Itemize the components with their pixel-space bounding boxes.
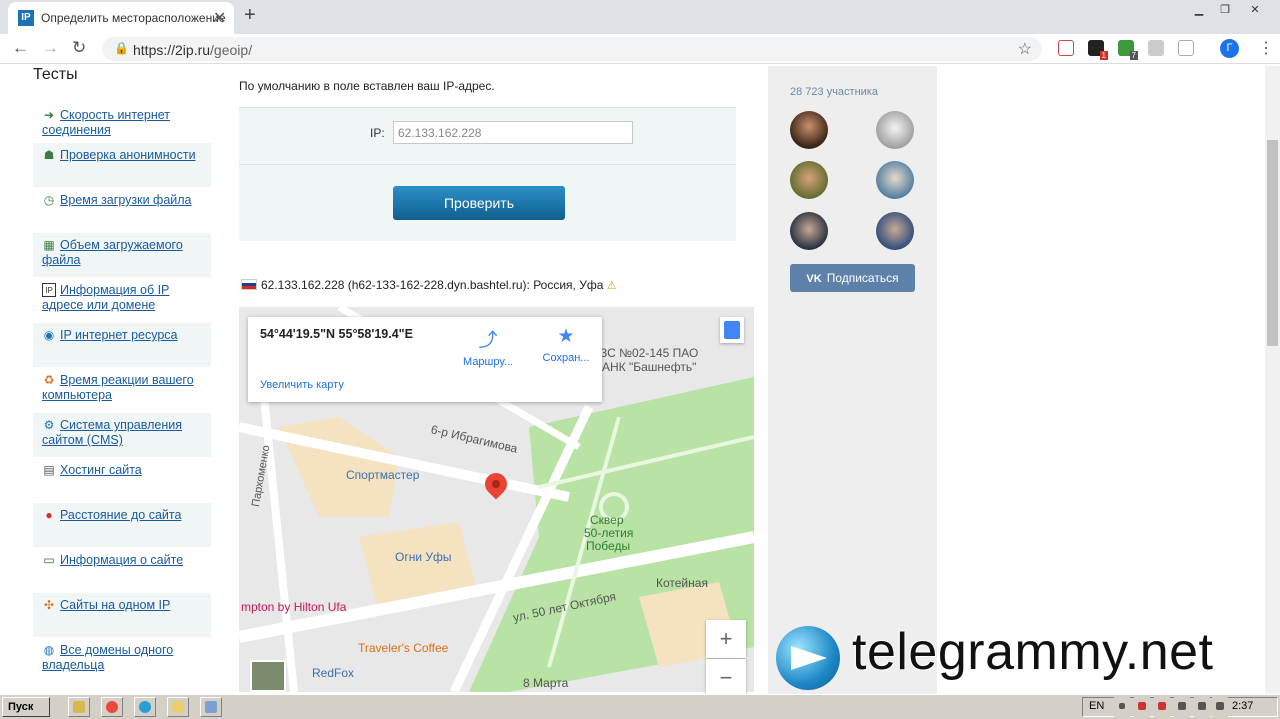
- member-avatar[interactable]: [876, 161, 914, 199]
- zoom-out-button[interactable]: −: [706, 659, 746, 697]
- telegram-taskbar-icon[interactable]: [134, 697, 156, 717]
- menu-dots-icon[interactable]: ⋮: [1258, 38, 1274, 58]
- enlarge-map-link[interactable]: Увеличить карту: [260, 379, 344, 391]
- warning-icon: ⚠: [606, 280, 617, 292]
- lock-icon: 🔒: [114, 41, 129, 55]
- sidebar-item-reaction[interactable]: ♻ Время реакции вашего компьютера: [33, 368, 211, 412]
- browser-tab[interactable]: IP Определить месторасположение ✕: [8, 2, 234, 34]
- star-icon: ★: [557, 326, 575, 347]
- zoom-in-button[interactable]: +: [706, 620, 746, 658]
- forward-icon[interactable]: →: [42, 38, 59, 58]
- map-label-sportmaster: Спортмастер: [346, 468, 420, 482]
- map-label-park-3: Победы: [586, 539, 631, 553]
- map-label-azs-2: АНК "Башнефть": [602, 360, 697, 374]
- sidebar-item-cms[interactable]: ⚙ Система управления сайтом (CMS): [33, 413, 211, 457]
- tray-network-icon[interactable]: [1134, 697, 1150, 717]
- russia-flag-icon: [241, 279, 257, 290]
- chrome-taskbar-icon[interactable]: [101, 697, 123, 717]
- intro-text: По умолчанию в поле вставлен ваш IP-адре…: [239, 79, 495, 93]
- favicon-icon: IP: [18, 10, 34, 26]
- sidebar-item-file-size[interactable]: ▦ Объем загружаемого файла: [33, 233, 211, 277]
- extension-grey-icon[interactable]: [1148, 40, 1164, 56]
- tray-arrow-icon[interactable]: [1114, 697, 1130, 717]
- sidebar-item-ip-info[interactable]: IP Информация об IP адресе или домене: [33, 278, 211, 322]
- satellite-toggle[interactable]: [250, 660, 286, 692]
- tray-signal-icon[interactable]: [1174, 697, 1190, 717]
- map-info-card: 54°44'19.5"N 55°58'19.4"E Увеличить карт…: [248, 317, 602, 402]
- vk-logo-icon: VK: [806, 273, 822, 285]
- check-button[interactable]: Проверить: [393, 186, 565, 220]
- watermark-text: telegrammy.net: [852, 623, 1214, 681]
- minimize-icon[interactable]: ▁: [1188, 3, 1210, 17]
- member-avatar[interactable]: [790, 161, 828, 199]
- map-label-hampton: mpton by Hilton Ufa: [241, 600, 347, 614]
- tab-title: Определить месторасположение: [41, 11, 226, 25]
- map-label-park-2: 50-летия: [584, 526, 634, 540]
- map-label-azs: ЗС №02-145 ПАО: [600, 346, 699, 360]
- map-label-march: 8 Марта: [523, 676, 569, 690]
- address-bar[interactable]: 🔒 https://2ip.ru/geoip/ ☆: [102, 37, 1042, 61]
- member-avatar[interactable]: [876, 111, 914, 149]
- map-label-ogni: Огни Уфы: [395, 550, 452, 564]
- sidebar-item-ip-resource[interactable]: ◉ IP интернет ресурса: [33, 323, 211, 367]
- member-avatar[interactable]: [876, 212, 914, 250]
- route-icon: ⤴: [478, 330, 498, 351]
- start-button[interactable]: Пуск: [2, 697, 50, 717]
- back-icon[interactable]: ←: [12, 38, 29, 58]
- member-avatar[interactable]: [790, 111, 828, 149]
- sidebar-item-speed[interactable]: ➜ Скорость интернет соединения: [33, 103, 211, 147]
- clock: 2:37: [1232, 700, 1254, 712]
- tray-flag-icon[interactable]: [1212, 697, 1228, 717]
- telegram-logo-icon: [776, 626, 840, 690]
- member-avatar[interactable]: [790, 212, 828, 250]
- vk-widget: [768, 66, 937, 694]
- ip-label: IP:: [370, 126, 385, 140]
- members-count[interactable]: 28 723 участника: [790, 86, 878, 98]
- sidebar-item-anonymity[interactable]: ☗ Проверка анонимности: [33, 143, 211, 187]
- explorer-taskbar-icon[interactable]: [68, 697, 90, 717]
- shield-outline-icon[interactable]: [1178, 40, 1194, 56]
- shield-extension-icon[interactable]: 7: [1118, 40, 1138, 60]
- profile-avatar[interactable]: Г: [1220, 39, 1239, 58]
- route-button[interactable]: ⤴ Маршру...: [458, 325, 518, 368]
- street-view-icon[interactable]: [720, 317, 744, 343]
- tray-security-icon[interactable]: [1154, 697, 1170, 717]
- language-indicator[interactable]: EN: [1089, 700, 1104, 712]
- subscribe-button[interactable]: VK Подписаться: [790, 264, 915, 292]
- close-window-icon[interactable]: ✕: [1244, 3, 1266, 17]
- bookmark-star-icon[interactable]: ☆: [1018, 39, 1032, 59]
- url-text: https://2ip.ru/geoip/: [133, 42, 253, 58]
- close-tab-icon[interactable]: ✕: [213, 8, 226, 28]
- sidebar-item-site-info[interactable]: ▭ Информация о сайте: [33, 548, 211, 592]
- coordinates: 54°44'19.5"N 55°58'19.4"E: [260, 327, 413, 341]
- map-label-park-1: Сквер: [590, 513, 624, 527]
- pdf-extension-icon[interactable]: [1058, 40, 1074, 56]
- tab-strip: IP Определить месторасположение ✕ + ▁ ❐ …: [0, 0, 1280, 34]
- tray-volume-icon[interactable]: [1194, 697, 1210, 717]
- new-tab-button[interactable]: +: [244, 4, 256, 27]
- sidebar-item-domains[interactable]: ◍ Все домены одного владельца: [33, 638, 211, 682]
- save-button[interactable]: ★ Сохран...: [536, 325, 596, 364]
- extension-icon[interactable]: 1: [1088, 40, 1108, 60]
- restore-icon[interactable]: ❐: [1214, 3, 1236, 17]
- sidebar-item-hosting[interactable]: ▤ Хостинг сайта: [33, 458, 211, 502]
- form-divider: [239, 164, 736, 165]
- sidebar-title: Тесты: [33, 66, 78, 83]
- notes-taskbar-icon[interactable]: [167, 697, 189, 717]
- map-label-travelers: Traveler's Coffee: [358, 641, 449, 655]
- scrollbar-thumb[interactable]: [1267, 140, 1278, 346]
- sidebar-item-download-time[interactable]: ◷ Время загрузки файла: [33, 188, 211, 232]
- window-taskbar-icon[interactable]: [200, 697, 222, 717]
- ip-input[interactable]: [393, 121, 633, 144]
- reload-icon[interactable]: ↻: [72, 38, 86, 58]
- pin-center: [492, 480, 500, 488]
- sidebar-item-distance[interactable]: ● Расстояние до сайта: [33, 503, 211, 547]
- sidebar-item-same-ip[interactable]: ✣ Сайты на одном IP: [33, 593, 211, 637]
- map-label-redfox: RedFox: [312, 666, 355, 680]
- map-label-kotelnaya: Котейная: [656, 576, 708, 590]
- result-line: 62.133.162.228 (h62-133-162-228.dyn.bash…: [241, 278, 617, 292]
